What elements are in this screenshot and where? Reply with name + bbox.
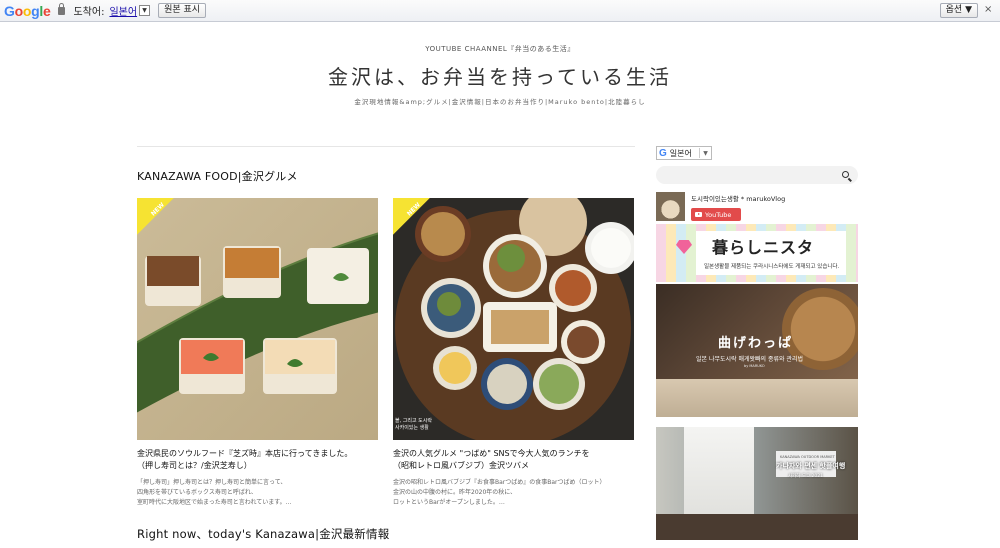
post-thumbnail-tsubame[interactable]: NEW 볼, 그리고 도시락 사카이있는 생활 (393, 198, 634, 440)
oshizushi-image (137, 198, 378, 440)
banner-small-text: KANAZAWA OUTDOOR MARKET (780, 455, 835, 459)
google-g-icon: G (659, 147, 667, 159)
banner-title: 暮らしニスタ (712, 238, 815, 257)
site-kicker: YOUTUBE CHAANNEL『弁当のある生活』 (425, 45, 575, 53)
language-dropdown-button[interactable]: ▼ (139, 5, 151, 16)
post-excerpt: 「押し寿司」押し寿司とは？押し寿司と簡単に言って、 四角形を帯びているボックス寿… (137, 478, 378, 508)
target-language-link[interactable]: 일본어 (109, 3, 137, 18)
channel-name[interactable]: 도시락이있는생활 * marukoVlog (691, 193, 785, 203)
banner-subtitle: 일본 나무도시락 매게왓빠의 종류와 관리법 (696, 356, 803, 363)
language-select[interactable]: G 일본어 ▼ (656, 146, 712, 160)
post-title[interactable]: 金沢県民のソウルフード『芝ズ時』本店に行ってきました。 （押し寿司とは？/金沢芝… (137, 448, 378, 472)
section-title-latest-news: Right now、today's Kanazawa|金沢最新情報 (137, 527, 390, 541)
wooden-box-image (656, 379, 858, 417)
lock-icon (58, 2, 66, 15)
thumbnail-caption: 볼, 그리고 도시락 사카이있는 생활 (395, 418, 432, 432)
show-original-button[interactable]: 원본 표시 (158, 3, 207, 18)
thumbnail-caption-line: 볼, 그리고 도시락 (395, 418, 432, 424)
post-title-line[interactable]: 金沢県民のソウルフード『芝ズ時』本店に行ってきました。 (137, 448, 378, 460)
post-excerpt-line: ロットというBarがオープンしました。… (393, 499, 505, 506)
post-title-line[interactable]: （押し寿司とは？/金沢芝寿し） (137, 460, 378, 472)
youtube-play-icon (695, 212, 702, 217)
channel-avatar[interactable] (656, 192, 685, 221)
post-title-line[interactable]: （昭和レトロ風バブジブ）金沢ツバメ (393, 460, 634, 472)
counter-image (656, 514, 858, 540)
google-logo: Google (4, 2, 51, 19)
post-title-line[interactable]: 金沢の人気グルメ "つばめ" SNSで今大人気のランチを (393, 448, 634, 460)
post-excerpt-line: 金沢の山の中腹の村に。昨年2020年の秋に、 (393, 489, 517, 496)
banner-title: 曲げわっぱ (718, 336, 794, 351)
language-select-value: 일본어 (669, 148, 692, 158)
translate-bar: Google 도착어: 일본어 ▼ 원본 표시 옵션 ▼ × (0, 0, 1000, 22)
post-excerpt: 金沢の昭和レトロ風バブジブ『お食事Barつばめ』の食事Barつばめ（ロット） 金… (393, 478, 634, 508)
youtube-button-label: YouTube (705, 210, 732, 219)
tsubame-lunch-image (393, 198, 634, 440)
options-button[interactable]: 옵션 ▼ (939, 3, 978, 18)
banner-subtitle: 사카하 도쿄 2021 (788, 474, 824, 479)
post-title[interactable]: 金沢の人気グルメ "つばめ" SNSで今大人気のランチを （昭和レトロ風バブジブ… (393, 448, 634, 472)
youtube-widget: 도시락이있는생활 * marukoVlog YouTube (656, 192, 858, 221)
post-excerpt-line: 「押し寿司」押し寿司とは？押し寿司と簡単に言って、 (137, 479, 287, 486)
banner-title: 가나자와 편센 핫플여행 (776, 462, 846, 470)
chevron-down-icon: ▼ (703, 149, 708, 157)
post-thumbnail-oshizushi[interactable]: NEW (137, 198, 378, 440)
site-title[interactable]: 金沢は、お弁当を持っている生活 (0, 61, 1000, 90)
sidebar: G 일본어 ▼ 도시락이있는생활 * marukoVlog YouTube 暮ら… (656, 146, 858, 540)
section-title-kanazawa-food: KANAZAWA FOOD|金沢グルメ (137, 170, 298, 183)
post-card[interactable]: NEW 볼, 그리고 도시락 사카이있는 생활 金沢の人気グルメ "つばめ" S… (393, 198, 634, 508)
diamond-icon (676, 240, 692, 254)
site-header: YOUTUBE CHAANNEL『弁当のある生活』 金沢は、お弁当を持っている生… (0, 44, 1000, 106)
banner-signature: by MARUKO (744, 364, 765, 368)
post-excerpt-line: 金沢の昭和レトロ風バブジブ『お食事Barつばめ』の食事Barつばめ（ロット） (393, 479, 606, 486)
search-input[interactable] (656, 166, 858, 184)
hotplace-banner[interactable]: KANAZAWA OUTDOOR MARKET 가나자와 편센 핫플여행 사카하… (656, 427, 858, 540)
site-tagline: 金沢現地情報&amp;グルメ|金沢情報|日本のお弁当作り|Maruko bent… (354, 98, 646, 106)
close-icon[interactable]: × (984, 5, 994, 15)
post-excerpt-line: 室町時代に大阪地区で始まった寿司と言われています。… (137, 499, 292, 506)
post-excerpt-line: 四角形を帯びているボックス寿司と呼ばれ、 (137, 489, 257, 496)
youtube-subscribe-button[interactable]: YouTube (691, 208, 741, 221)
target-language-label: 도착어: (73, 7, 105, 18)
post-card[interactable]: NEW 金沢県民のソウルフード『芝ズ時』本店に行ってきました。 （押し寿司とは？… (137, 198, 378, 508)
thumbnail-caption-line: 사카이있는 생활 (395, 425, 429, 431)
magewappa-banner[interactable]: 曲げわっぱ 일본 나무도시락 매게왓빠의 종류와 관리법 by MARUKO (656, 284, 858, 417)
banner-subtitle: 일본생활블 제품되는 쿠라시니스타에도 게재되고 있습니다. (704, 264, 840, 270)
divider (137, 146, 635, 147)
youtube-info: 도시락이있는생활 * marukoVlog YouTube (691, 192, 785, 221)
kurashinista-banner[interactable]: 暮らしニスタ 일본생활블 제품되는 쿠라시니스타에도 게재되고 있습니다. (656, 224, 858, 282)
search-icon[interactable] (842, 171, 849, 178)
